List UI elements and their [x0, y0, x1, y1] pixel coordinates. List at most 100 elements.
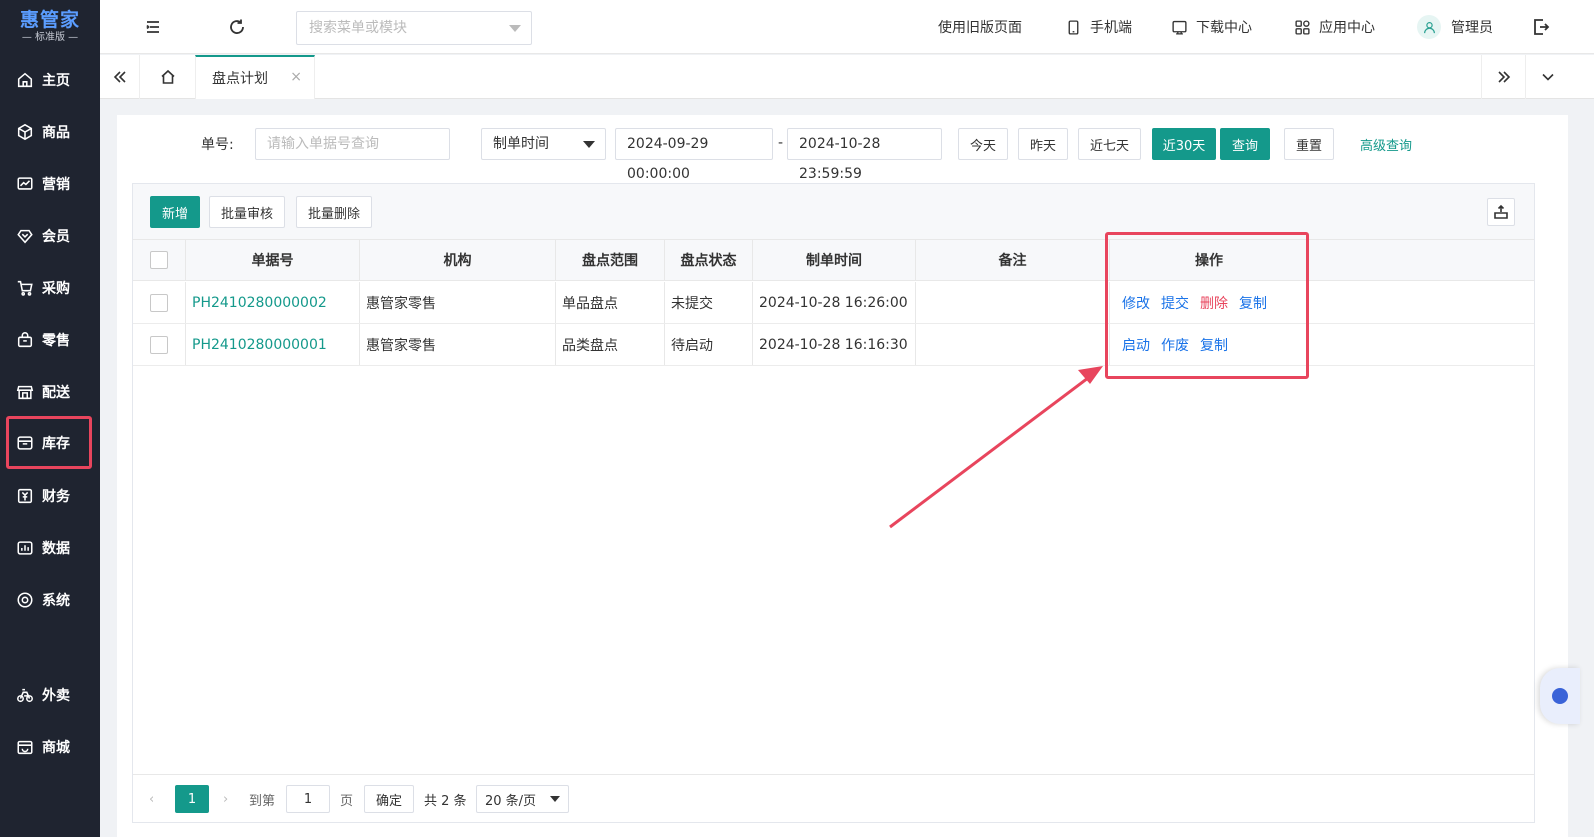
sidebar-item-label: 营销 — [42, 177, 70, 193]
tab-stocktake-plan[interactable]: 盘点计划 × — [195, 55, 315, 99]
void-link[interactable]: 作废 — [1161, 335, 1189, 355]
sidebar-item-system[interactable]: 系统 — [6, 575, 92, 625]
order-no-link[interactable]: PH2410280000001 — [192, 337, 327, 353]
brand-title: 惠管家 — [19, 9, 80, 31]
tab-menu-button[interactable] — [1525, 55, 1569, 99]
page-size-select[interactable]: 20 条/页 — [476, 785, 569, 813]
advanced-query-link[interactable]: 高级查询 — [1360, 135, 1412, 154]
sidebar-item-goods[interactable]: 商品 — [6, 107, 92, 157]
add-button[interactable]: 新增 — [150, 196, 200, 228]
sidebar-item-label: 财务 — [42, 489, 70, 505]
time-type-select[interactable]: 制单时间 — [481, 128, 606, 160]
close-icon[interactable]: × — [290, 69, 302, 85]
page-number-current[interactable]: 1 — [175, 785, 209, 813]
sidebar-item-retail[interactable]: 零售 — [6, 315, 92, 365]
today-button[interactable]: 今天 — [958, 128, 1008, 160]
sidebar-item-takeout[interactable]: 外卖 — [6, 670, 92, 720]
last7-button[interactable]: 近七天 — [1078, 128, 1141, 160]
row-checkbox[interactable] — [150, 293, 168, 312]
sidebar-item-home[interactable]: 主页 — [6, 55, 92, 105]
edit-link[interactable]: 修改 — [1122, 293, 1150, 313]
header-org: 机构 — [360, 240, 556, 280]
yesterday-button[interactable]: 昨天 — [1018, 128, 1068, 160]
sidebar-item-mall[interactable]: 商城 — [6, 722, 92, 772]
table-row: PH2410280000002 惠管家零售 单品盘点 未提交 2024-10-2… — [133, 282, 1534, 324]
sidebar-item-label: 主页 — [42, 73, 70, 89]
tab-scroll-left-button[interactable] — [100, 55, 140, 99]
copy-link[interactable]: 复制 — [1200, 335, 1228, 355]
header-order-no: 单据号 — [186, 240, 360, 280]
batch-delete-button[interactable]: 批量删除 — [296, 196, 372, 228]
cart-icon — [17, 280, 33, 296]
sidebar-item-label: 系统 — [42, 593, 70, 609]
export-icon — [1494, 204, 1508, 219]
status-cell: 待启动 — [665, 324, 753, 365]
org-cell: 惠管家零售 — [360, 282, 556, 323]
scope-cell: 品类盘点 — [556, 324, 665, 365]
copy-link[interactable]: 复制 — [1239, 293, 1267, 313]
user-menu[interactable]: 管理员 — [1417, 0, 1493, 54]
app-center-link[interactable]: 应用中心 — [1294, 0, 1375, 54]
export-button[interactable] — [1487, 198, 1515, 226]
page-size-value: 20 条/页 — [485, 793, 537, 809]
mobile-link[interactable]: 手机端 — [1065, 0, 1132, 54]
next-page-icon[interactable]: › — [223, 785, 237, 813]
sidebar-item-marketing[interactable]: 营销 — [6, 159, 92, 209]
header-actions: 操作 — [1195, 253, 1223, 269]
reset-button[interactable]: 重置 — [1284, 128, 1334, 160]
header-scope: 盘点范围 — [556, 240, 665, 280]
tab-scroll-right-button[interactable] — [1481, 55, 1525, 99]
logout-icon[interactable] — [1531, 17, 1551, 37]
batch-audit-button[interactable]: 批量审核 — [209, 196, 285, 228]
diamond-icon — [17, 229, 33, 244]
sidebar-item-delivery[interactable]: 配送 — [6, 367, 92, 417]
query-button[interactable]: 查询 — [1220, 128, 1270, 160]
old-page-link[interactable]: 使用旧版页面 — [938, 0, 1022, 54]
order-no-label: 单号: — [201, 137, 234, 153]
goto-confirm-button[interactable]: 确定 — [364, 785, 414, 813]
row-select-cell — [133, 324, 186, 365]
header-note: 备注 — [916, 240, 1110, 280]
actions-cell: 修改 提交 删除 复制 — [1110, 282, 1308, 323]
org-cell: 惠管家零售 — [360, 324, 556, 365]
user-icon — [1423, 21, 1435, 33]
apps-grid-icon — [1295, 19, 1310, 35]
submit-link[interactable]: 提交 — [1161, 293, 1189, 313]
delete-link[interactable]: 删除 — [1200, 293, 1228, 313]
sidebar-item-label: 零售 — [42, 333, 70, 349]
start-link[interactable]: 启动 — [1122, 335, 1150, 355]
sidebar-item-data[interactable]: 数据 — [6, 523, 92, 573]
end-date-input[interactable]: 2024-10-28 23:59:59 — [787, 128, 942, 182]
created-time-cell: 2024-10-28 16:16:30 — [753, 324, 916, 365]
refresh-icon[interactable] — [227, 17, 247, 37]
user-name: 管理员 — [1451, 20, 1493, 36]
order-no-link[interactable]: PH2410280000002 — [192, 295, 327, 311]
menu-toggle-icon[interactable] — [143, 17, 163, 37]
home-tab[interactable] — [146, 55, 190, 99]
download-center-link[interactable]: 下载中心 — [1171, 0, 1252, 54]
shop-icon — [17, 740, 33, 755]
goto-page-input[interactable]: 1 — [286, 785, 330, 813]
goto-label: 到第 — [249, 793, 276, 809]
row-checkbox[interactable] — [150, 335, 168, 354]
data-icon — [17, 541, 33, 555]
floating-assistant-button[interactable] — [1540, 668, 1580, 724]
old-page-label: 使用旧版页面 — [938, 20, 1022, 36]
sidebar-item-label: 配送 — [42, 385, 70, 401]
last30-button[interactable]: 近30天 — [1152, 128, 1216, 160]
double-chevron-left-icon — [113, 71, 126, 83]
created-time-cell: 2024-10-28 16:26:00 — [753, 282, 916, 323]
select-all-checkbox[interactable] — [150, 251, 168, 269]
prev-page-icon[interactable]: ‹ — [149, 785, 163, 813]
start-date-input[interactable]: 2024-09-29 00:00:00 — [615, 128, 773, 182]
note-cell — [916, 324, 1110, 365]
sidebar-item-purchase[interactable]: 采购 — [6, 263, 92, 313]
sidebar-item-member[interactable]: 会员 — [6, 211, 92, 261]
sidebar-item-finance[interactable]: 财务 — [6, 471, 92, 521]
tab-label: 盘点计划 — [212, 71, 268, 87]
order-no-cell: PH2410280000002 — [186, 282, 360, 323]
order-no-input[interactable]: 请输入单据号查询 — [255, 128, 450, 160]
sidebar-item-inventory[interactable]: 库存 — [6, 416, 92, 469]
data-panel: 新增 批量审核 批量删除 单据号 机构 盘点范围 盘点状态 制单时间 备注 操作… — [132, 183, 1535, 823]
menu-search-input[interactable]: 搜索菜单或模块 — [296, 11, 532, 45]
